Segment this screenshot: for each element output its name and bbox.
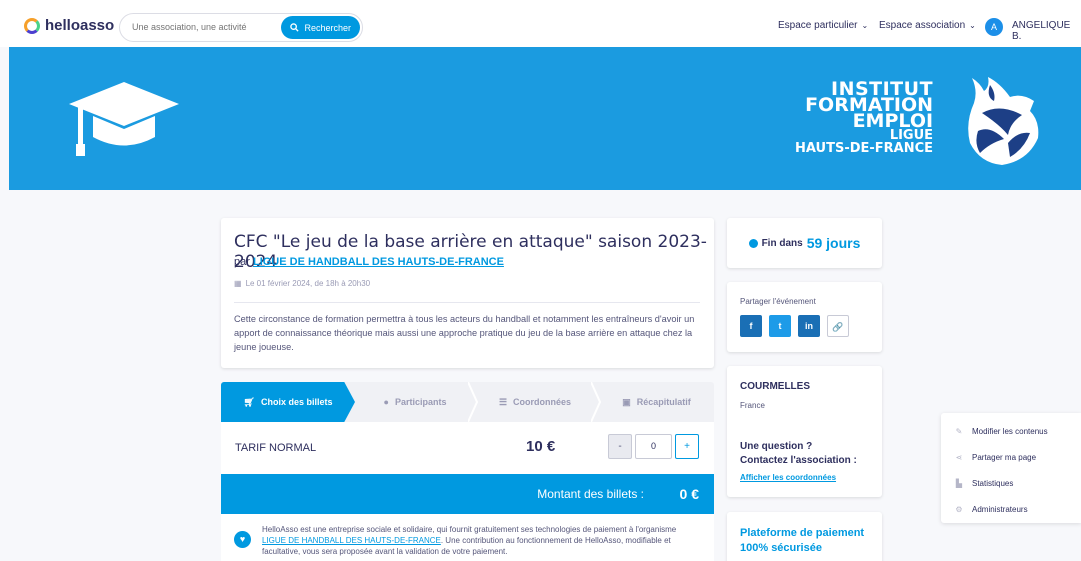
step-label: Participants (394, 397, 447, 407)
event-organizer: par LIGUE DE HANDBALL DES HAUTS-DE-FRANC… (234, 256, 504, 268)
quantity-field[interactable]: 0 (635, 434, 672, 459)
event-by-prefix: par (234, 256, 250, 268)
nav-espace-association-label: Espace association (879, 20, 966, 31)
show-coordinates-link[interactable]: Afficher les coordonnées (740, 473, 836, 482)
rooster-logo-icon (968, 77, 1039, 165)
logo-mark-icon (24, 17, 40, 34)
increment-button[interactable]: + (675, 434, 699, 459)
ticket-name: TARIF NORMAL (235, 442, 317, 454)
decrement-button[interactable]: - (608, 434, 632, 459)
search-button-label: Rechercher (304, 22, 351, 33)
question-line-1: Une question ? (740, 441, 813, 452)
search-input[interactable] (132, 22, 282, 32)
graduation-cap-icon (69, 82, 179, 156)
helloasso-logo[interactable]: helloasso (24, 17, 114, 34)
check-icon: ▣ (622, 396, 631, 407)
cart-icon: 🛒︎ (243, 396, 255, 407)
linkedin-share-button[interactable]: in (798, 315, 820, 337)
share-buttons: f t in 🔗 (740, 315, 849, 337)
admin-item-statistiques[interactable]: ▙ Statistiques (955, 479, 1013, 488)
contact-question: Une question ? Contactez l'association : (740, 440, 857, 468)
ife-logo-text: INSTITUT FORMATION EMPLOI LIGUE HAUTS-DE… (795, 80, 934, 156)
admin-item-label: Administrateurs (972, 505, 1028, 514)
pencil-icon: ✎ (955, 427, 963, 436)
countdown-card: Fin dans 59 jours (727, 218, 882, 268)
location-card: COURMELLES France Une question ? Contact… (727, 366, 882, 497)
countdown: Fin dans 59 jours (727, 218, 882, 268)
event-description: Cette circonstance de formation permettr… (234, 314, 695, 352)
secure-platform-text: Plateforme de paiement 100% sécurisée (740, 526, 864, 556)
step-label: Choix des billets (260, 397, 333, 407)
step-choix-des-billets[interactable]: 🛒︎ Choix des billets (221, 382, 355, 422)
user-icon: ● (383, 397, 389, 407)
step-label: Récapitulatif (636, 397, 691, 407)
location-city: COURMELLES (740, 381, 810, 392)
share-card: Partager l'événement f t in 🔗 (727, 282, 882, 352)
nav-espace-particulier[interactable]: Espace particulier ⌄ (778, 20, 868, 31)
admin-item-label: Statistiques (972, 479, 1014, 488)
calendar-icon: ▦ (234, 279, 242, 288)
logo-text: helloasso (45, 17, 115, 34)
admin-item-administrateurs[interactable]: ⚙ Administrateurs (955, 505, 1028, 514)
total-label: Montant des billets : (537, 487, 644, 501)
gear-icon: ⚙ (955, 505, 963, 514)
platform-line-2: 100% sécurisée (740, 542, 822, 554)
total-value: 0 € (679, 486, 699, 502)
step-recapitulatif[interactable]: ▣ Récapitulatif (599, 382, 714, 422)
question-line-2: Contactez l'association : (740, 455, 857, 466)
checkout-steps: 🛒︎ Choix des billets ● Participants ☰ Co… (221, 382, 714, 422)
chevron-down-icon: ⌄ (969, 21, 976, 30)
copy-link-button[interactable]: 🔗 (827, 315, 849, 337)
twitter-share-button[interactable]: t (769, 315, 791, 337)
top-bar: helloasso Rechercher Espace particulier … (0, 0, 1081, 47)
divider (234, 302, 700, 303)
organizer-link[interactable]: LIGUE DE HANDBALL DES HAUTS-DE-FRANCE (253, 256, 504, 268)
admin-menu: ✎ Modifier les contenus ⋖ Partager ma pa… (941, 413, 1081, 523)
facebook-share-button[interactable]: f (740, 315, 762, 337)
nav-espace-association[interactable]: Espace association ⌄ (879, 20, 976, 31)
ticket-row: TARIF NORMAL 10 € - 0 + (221, 422, 714, 474)
admin-item-label: Partager ma page (972, 453, 1037, 462)
countdown-days: 59 jours (806, 235, 861, 251)
total-bar: Montant des billets : 0 € (221, 474, 714, 514)
info-text-before: HelloAsso est une entreprise sociale et … (262, 525, 677, 534)
user-menu[interactable]: ANGELIQUE B. (1012, 20, 1081, 42)
admin-item-partager[interactable]: ⋖ Partager ma page (955, 453, 1036, 462)
avatar[interactable]: A (985, 18, 1003, 36)
share-title: Partager l'événement (740, 297, 816, 306)
ticket-price: 10 € (526, 438, 556, 455)
event-info-card: CFC "Le jeu de la base arrière en attaqu… (221, 218, 714, 368)
step-participants[interactable]: ● Participants (355, 382, 475, 422)
search-bar: Rechercher (119, 13, 363, 42)
event-banner: INSTITUT FORMATION EMPLOI LIGUE HAUTS-DE… (9, 47, 1081, 190)
chart-icon: ▙ (955, 479, 963, 488)
location-country: France (740, 401, 765, 410)
clock-icon (748, 238, 758, 248)
step-label: Coordonnées (513, 397, 572, 407)
platform-line-1: Plateforme de paiement (740, 527, 865, 539)
list-icon: ☰ (498, 396, 508, 407)
countdown-prefix: Fin dans (761, 237, 803, 249)
user-name: ANGELIQUE B. (1012, 20, 1071, 42)
secure-platform-card: Plateforme de paiement 100% sécurisée (727, 512, 882, 561)
search-button[interactable]: Rechercher (281, 16, 360, 39)
info-text: HelloAsso est une entreprise sociale et … (262, 524, 702, 557)
info-organizer-link[interactable]: LIGUE DE HANDBALL DES HAUTS-DE-FRANCE (262, 536, 441, 545)
share-icon: ⋖ (955, 453, 963, 462)
chevron-down-icon: ⌄ (861, 21, 869, 30)
step-coordonnees[interactable]: ☰ Coordonnées (475, 382, 595, 422)
search-icon (290, 23, 300, 32)
heart-icon: ♥ (234, 531, 251, 548)
event-date-text: Le 01 février 2024, de 18h à 20h30 (245, 279, 371, 288)
admin-item-modifier[interactable]: ✎ Modifier les contenus (955, 427, 1048, 436)
nav-espace-particulier-label: Espace particulier (778, 20, 858, 31)
event-date: ▦ Le 01 février 2024, de 18h à 20h30 (234, 279, 370, 288)
admin-item-label: Modifier les contenus (972, 427, 1048, 436)
logo-line-5: HAUTS-DE-FRANCE (795, 141, 934, 156)
helloasso-info: ♥ HelloAsso est une entreprise sociale e… (221, 514, 714, 561)
quantity-stepper: - 0 + (608, 434, 699, 459)
